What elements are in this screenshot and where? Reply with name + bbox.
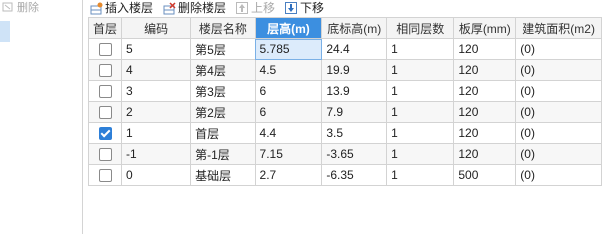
floor-name-cell[interactable]: 首层 bbox=[190, 122, 256, 144]
move-down-button[interactable]: 下移 bbox=[285, 0, 324, 15]
header-first-floor[interactable]: 首层 bbox=[88, 17, 123, 39]
header-code[interactable]: 编码 bbox=[121, 17, 192, 39]
floor-table-container: 首层 编码 楼层名称 层高(m) 底标高(m) 相同层数 板厚(mm) 建筑面积… bbox=[88, 17, 602, 187]
same-floor-count-cell[interactable]: 1 bbox=[386, 122, 455, 144]
same-floor-count-cell[interactable]: 1 bbox=[386, 38, 455, 60]
code-cell[interactable]: 2 bbox=[121, 101, 192, 123]
table-row[interactable]: 0 基础层 2.7 -6.35 1 500 (0) bbox=[88, 164, 602, 186]
floor-name-cell[interactable]: 基础层 bbox=[190, 164, 256, 186]
delete-floor-icon bbox=[163, 1, 176, 14]
code-cell[interactable]: 1 bbox=[121, 122, 192, 144]
table-row[interactable]: -1 第-1层 7.15 -3.65 1 120 (0) bbox=[88, 143, 602, 165]
code-cell[interactable]: 5 bbox=[121, 38, 192, 60]
table-row[interactable]: 3 第3层 6 13.9 1 120 (0) bbox=[88, 80, 602, 102]
checkbox[interactable] bbox=[98, 148, 112, 162]
same-floor-count-cell[interactable]: 1 bbox=[386, 164, 455, 186]
same-floor-count-cell[interactable]: 1 bbox=[386, 59, 455, 81]
table-row[interactable]: 1 首层 4.4 3.5 1 120 (0) bbox=[88, 122, 602, 144]
first-floor-checkbox-cell[interactable] bbox=[88, 59, 123, 81]
slab-thickness-cell[interactable]: 120 bbox=[453, 38, 517, 60]
building-area-cell[interactable]: (0) bbox=[515, 101, 602, 123]
slab-thickness-cell[interactable]: 120 bbox=[453, 101, 517, 123]
floor-name-cell[interactable]: 第4层 bbox=[190, 59, 256, 81]
same-floor-count-cell[interactable]: 1 bbox=[386, 143, 455, 165]
insert-floor-label: 插入楼层 bbox=[105, 0, 154, 15]
move-up-button[interactable]: 上移 bbox=[236, 0, 275, 15]
left-panel: 删除 bbox=[0, 0, 83, 234]
building-area-cell[interactable]: (0) bbox=[515, 38, 602, 60]
floor-toolbar: 插入楼层 删除楼层 上移 下移 bbox=[83, 0, 602, 15]
bottom-elevation-cell[interactable]: 13.9 bbox=[321, 80, 388, 102]
same-floor-count-cell[interactable]: 1 bbox=[386, 80, 455, 102]
table-header-row: 首层 编码 楼层名称 层高(m) 底标高(m) 相同层数 板厚(mm) 建筑面积… bbox=[88, 17, 602, 39]
building-area-cell[interactable]: (0) bbox=[515, 143, 602, 165]
floor-height-cell[interactable]: 7.15 bbox=[254, 143, 323, 165]
building-area-cell[interactable]: (0) bbox=[515, 164, 602, 186]
floor-height-cell[interactable]: 4.5 bbox=[254, 59, 323, 81]
delete-icon bbox=[2, 1, 14, 13]
floor-height-cell[interactable]: 5.785 bbox=[254, 38, 323, 60]
checkbox[interactable] bbox=[98, 85, 112, 99]
same-floor-count-cell[interactable]: 1 bbox=[386, 101, 455, 123]
move-down-label: 下移 bbox=[300, 0, 325, 15]
checkbox[interactable] bbox=[98, 169, 112, 183]
arrow-down-icon bbox=[285, 1, 298, 14]
table-row[interactable]: 2 第2层 6 7.9 1 120 (0) bbox=[88, 101, 602, 123]
insert-floor-icon bbox=[90, 2, 103, 14]
first-floor-checkbox-cell[interactable] bbox=[88, 164, 123, 186]
insert-floor-button[interactable]: 插入楼层 bbox=[90, 0, 153, 15]
header-floor-height[interactable]: 层高(m) bbox=[254, 17, 323, 39]
checkbox-checked[interactable] bbox=[98, 127, 112, 141]
header-slab-thickness[interactable]: 板厚(mm) bbox=[453, 17, 517, 39]
bottom-elevation-cell[interactable]: 3.5 bbox=[321, 122, 388, 144]
bottom-elevation-cell[interactable]: 19.9 bbox=[321, 59, 388, 81]
table-row[interactable]: 5 第5层 5.785 24.4 1 120 (0) bbox=[88, 38, 602, 60]
left-delete-button[interactable]: 删除 bbox=[0, 0, 84, 14]
left-delete-label: 删除 bbox=[17, 2, 39, 14]
slab-thickness-cell[interactable]: 120 bbox=[453, 80, 517, 102]
slab-thickness-cell[interactable]: 500 bbox=[453, 164, 517, 186]
first-floor-checkbox-cell[interactable] bbox=[88, 122, 123, 144]
building-area-cell[interactable]: (0) bbox=[515, 59, 602, 81]
delete-floor-button[interactable]: 删除楼层 bbox=[163, 0, 226, 15]
floor-name-cell[interactable]: 第2层 bbox=[190, 101, 256, 123]
header-same-floor-count[interactable]: 相同层数 bbox=[386, 17, 455, 39]
checkbox[interactable] bbox=[98, 106, 112, 120]
code-cell[interactable]: -1 bbox=[121, 143, 192, 165]
bottom-elevation-cell[interactable]: -6.35 bbox=[321, 164, 388, 186]
header-building-area[interactable]: 建筑面积(m2) bbox=[515, 17, 602, 39]
floor-height-cell[interactable]: 2.7 bbox=[254, 164, 323, 186]
bottom-elevation-cell[interactable]: 7.9 bbox=[321, 101, 388, 123]
bottom-elevation-cell[interactable]: 24.4 bbox=[321, 38, 388, 60]
code-cell[interactable]: 4 bbox=[121, 59, 192, 81]
code-cell[interactable]: 0 bbox=[121, 164, 192, 186]
building-area-cell[interactable]: (0) bbox=[515, 80, 602, 102]
move-up-label: 上移 bbox=[251, 0, 276, 15]
slab-thickness-cell[interactable]: 120 bbox=[453, 59, 517, 81]
checkbox[interactable] bbox=[98, 64, 112, 78]
floor-height-cell[interactable]: 4.4 bbox=[254, 122, 323, 144]
floor-name-cell[interactable]: 第-1层 bbox=[190, 143, 256, 165]
bottom-elevation-cell[interactable]: -3.65 bbox=[321, 143, 388, 165]
slab-thickness-cell[interactable]: 120 bbox=[453, 143, 517, 165]
slab-thickness-cell[interactable]: 120 bbox=[453, 122, 517, 144]
floor-table: 首层 编码 楼层名称 层高(m) 底标高(m) 相同层数 板厚(mm) 建筑面积… bbox=[88, 17, 602, 186]
checkbox[interactable] bbox=[98, 43, 112, 57]
first-floor-checkbox-cell[interactable] bbox=[88, 80, 123, 102]
floor-height-cell[interactable]: 6 bbox=[254, 101, 323, 123]
arrow-up-icon bbox=[236, 1, 249, 14]
header-floor-name[interactable]: 楼层名称 bbox=[190, 17, 256, 39]
floor-height-cell[interactable]: 6 bbox=[254, 80, 323, 102]
header-bottom-elevation[interactable]: 底标高(m) bbox=[321, 17, 388, 39]
first-floor-checkbox-cell[interactable] bbox=[88, 101, 123, 123]
left-selection-indicator[interactable] bbox=[0, 21, 10, 42]
building-area-cell[interactable]: (0) bbox=[515, 122, 602, 144]
floor-name-cell[interactable]: 第5层 bbox=[190, 38, 256, 60]
floor-name-cell[interactable]: 第3层 bbox=[190, 80, 256, 102]
code-cell[interactable]: 3 bbox=[121, 80, 192, 102]
table-row[interactable]: 4 第4层 4.5 19.9 1 120 (0) bbox=[88, 59, 602, 81]
delete-floor-label: 删除楼层 bbox=[178, 0, 227, 15]
first-floor-checkbox-cell[interactable] bbox=[88, 38, 123, 60]
first-floor-checkbox-cell[interactable] bbox=[88, 143, 123, 165]
